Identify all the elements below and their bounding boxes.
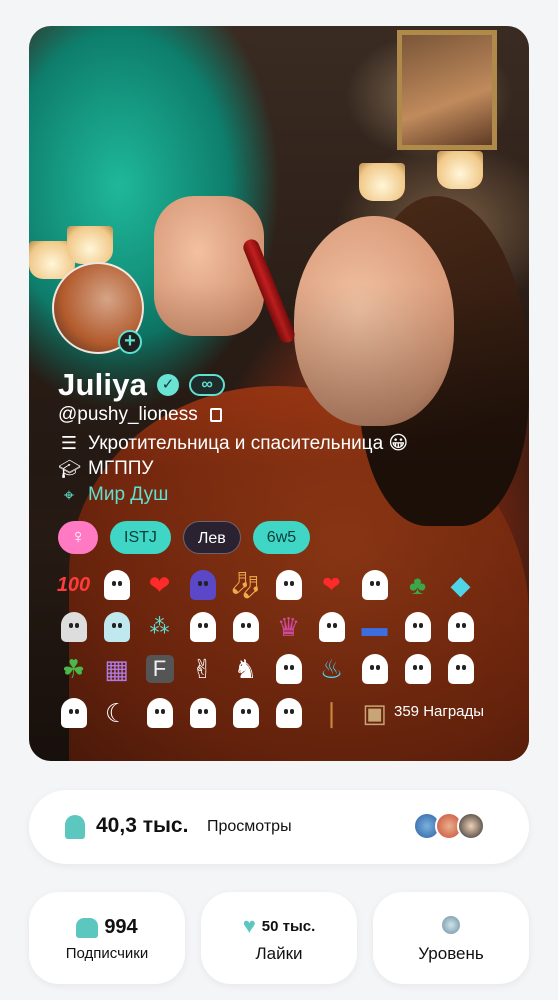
views-card[interactable]: 40,3 тыс. Просмотры [29,790,529,864]
ghost-icon [65,815,85,839]
subscribers-card[interactable]: 994 Подписчики [29,892,185,984]
viewer-avatars[interactable] [413,812,485,840]
ghost-award[interactable] [146,698,173,728]
ghost-award[interactable] [60,612,87,642]
layers-icon: ☰ [60,433,78,453]
hundred-award: 100 [56,573,91,596]
socks-award[interactable]: 🧦︎ [229,570,262,600]
goat-award[interactable]: ♞ [234,654,257,684]
views-count: 40,3 тыс. [96,814,189,837]
mini-ghosts-award[interactable]: ⁂ [150,612,170,642]
ghost-award[interactable] [275,698,302,728]
ghost-award[interactable] [361,654,388,684]
ghost-award[interactable] [275,570,302,600]
level-icon [442,916,460,934]
profile-name: Juliya [58,367,148,402]
f-key-award[interactable]: F [145,655,174,683]
check-badge-icon[interactable]: ✓ [157,374,180,396]
username: @pushy_lioness [58,404,198,425]
gender-chip[interactable]: ♀ [58,521,98,554]
location-pin-icon: ⌖ [63,484,75,505]
level-card[interactable]: Уровень [373,892,529,984]
community-link[interactable]: Мир Душ [88,484,168,506]
heart-icon: ♥ [242,913,256,938]
education-text: МГППУ [88,458,154,479]
likes-count: 50 тыс. [261,917,316,935]
flame-award[interactable]: ♨ [320,654,343,684]
subscribers-label: Подписчики [65,945,149,962]
cage-award[interactable]: ▦ [104,654,129,684]
ghost-sunglasses-award[interactable] [103,570,130,600]
baguette-award[interactable]: ❘ [321,698,343,728]
enneagram-chip[interactable]: 6w5 [252,521,311,554]
mbti-chip[interactable]: ISTJ [110,521,171,554]
likes-label: Лайки [255,944,303,963]
bio-row: ☰ Укротительница и спасительница 😀 [58,432,408,455]
username-row: @pushy_lioness [58,404,222,426]
small-heart-award[interactable]: ❤ [322,570,340,600]
plus-icon[interactable]: + [118,330,142,354]
diamond-award[interactable]: ◆ [451,570,471,600]
level-label: Уровень [418,944,484,963]
tree-award[interactable]: ♣ [409,570,426,600]
dino-award[interactable]: ☘ [62,654,85,684]
ghost-award[interactable] [447,654,474,684]
ghost-crown-award[interactable] [361,570,388,600]
ghost-mustache-award[interactable] [275,654,302,684]
ghost-award[interactable] [60,698,87,728]
likes-card[interactable]: ♥ 50 тыс. Лайки [201,892,357,984]
purple-ghost-award[interactable] [189,570,216,600]
heart-award[interactable]: ❤ [149,570,171,600]
community-row[interactable]: ⌖ Мир Душ [58,484,168,506]
copy-icon[interactable] [209,408,222,422]
bag-ghost-award[interactable]: ▣ [362,698,387,728]
ghost-award[interactable] [232,698,259,728]
ghost-headphones-award[interactable] [189,698,216,728]
zodiac-chip[interactable]: Лев [182,521,241,554]
ghost-award[interactable] [447,612,474,642]
infinity-badge-icon[interactable]: ∞ [189,374,226,396]
ghost-coffee-award[interactable] [404,654,431,684]
bio-text: Укротительница и спасительница 😀 [88,433,409,454]
name-row: Juliya ✓ ∞ [58,367,226,403]
ghost-crown-award[interactable] [318,612,345,642]
sofa-award[interactable]: ▬ [362,612,388,642]
ghost-king-award[interactable] [189,612,216,642]
education-row: 🎓︎ МГППУ [58,458,154,480]
people-icon [76,917,99,938]
ghost-award[interactable] [232,612,259,642]
avatar [457,812,485,840]
cake-award[interactable]: ♛ [277,612,300,642]
ghost-medic-award[interactable] [103,612,130,642]
traits-chips: ♀ ISTJ Лев 6w5 [58,521,311,554]
graduation-cap-icon: 🎓︎ [58,458,81,479]
views-label: Просмотры [207,818,292,835]
ghost-award[interactable] [404,612,431,642]
hand-award[interactable]: ✌ [192,654,214,684]
awards-count[interactable]: 359 Награды [394,703,484,720]
subscribers-count: 994 [104,916,138,938]
moon-award[interactable]: ☾ [105,698,128,728]
